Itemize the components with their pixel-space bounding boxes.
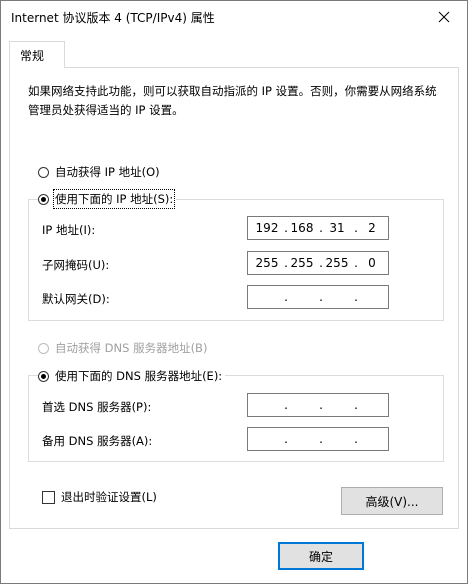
octet-dot: . [284,290,288,304]
ok-button[interactable]: 确定 [278,542,364,570]
octet-dot: . [354,398,358,412]
dialog-window: Internet 协议版本 4 (TCP/IPv4) 属性 常规 如果网络支持此… [0,0,468,584]
close-button[interactable] [421,1,467,33]
mask-octet-4: 0 [368,256,376,270]
octet-dot: . [354,432,358,446]
manual-dns-radio[interactable]: 使用下面的 DNS 服务器地址(E): [38,368,226,384]
preferred-dns-label: 首选 DNS 服务器(P): [42,400,152,414]
octet-dot: . [319,290,323,304]
general-panel: 如果网络支持此功能，则可以获取自动指派的 IP 设置。否则，你需要从网络系统管理… [9,67,459,529]
validate-on-exit-checkbox[interactable]: 退出时验证设置(L) [42,489,157,505]
manual-ip-radio[interactable]: 使用下面的 IP 地址(S): [38,189,177,209]
default-gateway-label: 默认网关(D): [42,292,110,306]
manual-dns-radio-circle [38,370,49,382]
auto-dns-label: 自动获得 DNS 服务器地址(B) [55,341,208,355]
description-text: 如果网络支持此功能，则可以获取自动指派的 IP 设置。否则，你需要从网络系统管理… [28,84,437,117]
auto-ip-label: 自动获得 IP 地址(O) [55,165,160,179]
ip-address-input[interactable]: 192 . 168 . 31 . 2 [247,216,389,240]
close-icon [438,11,450,23]
manual-ip-label: 使用下面的 IP 地址(S): [52,189,176,209]
subnet-mask-label: 子网掩码(U): [42,258,110,272]
octet-dot: . [284,432,288,446]
octet-dot: . [319,398,323,412]
validate-on-exit-box [42,490,55,504]
title-bar: Internet 协议版本 4 (TCP/IPv4) 属性 [1,1,467,33]
advanced-button[interactable]: 高级(V)... [341,487,443,515]
mask-octet-3: 255 [325,256,349,270]
tab-general-label: 常规 [20,49,45,63]
auto-ip-radio[interactable]: 自动获得 IP 地址(O) [38,164,160,180]
validate-on-exit-label: 退出时验证设置(L) [61,490,157,504]
alternate-dns-input[interactable]: . . . [247,427,389,451]
manual-ip-radio-circle [38,193,49,205]
alternate-dns-label: 备用 DNS 服务器(A): [42,434,153,448]
preferred-dns-input[interactable]: . . . [247,393,389,417]
subnet-mask-input[interactable]: 255 . 255 . 255 . 0 [247,251,389,275]
auto-dns-radio[interactable]: 自动获得 DNS 服务器地址(B) [38,340,207,356]
octet-dot: . [284,398,288,412]
ip-address-label: IP 地址(I): [42,223,96,237]
octet-dot: . [354,290,358,304]
mask-octet-2: 255 [290,256,314,270]
ip-octet-4: 2 [368,221,376,235]
tab-general[interactable]: 常规 [9,41,65,68]
manual-dns-label: 使用下面的 DNS 服务器地址(E): [55,369,223,383]
auto-ip-radio-circle [38,166,49,178]
mask-octet-1: 255 [255,256,279,270]
ip-octet-1: 192 [255,221,279,235]
window-title: Internet 协议版本 4 (TCP/IPv4) 属性 [11,11,215,25]
octet-dot: . [319,432,323,446]
auto-dns-radio-circle [38,342,49,354]
default-gateway-input[interactable]: . . . [247,285,389,309]
ip-octet-2: 168 [290,221,314,235]
ip-octet-3: 31 [329,221,345,235]
